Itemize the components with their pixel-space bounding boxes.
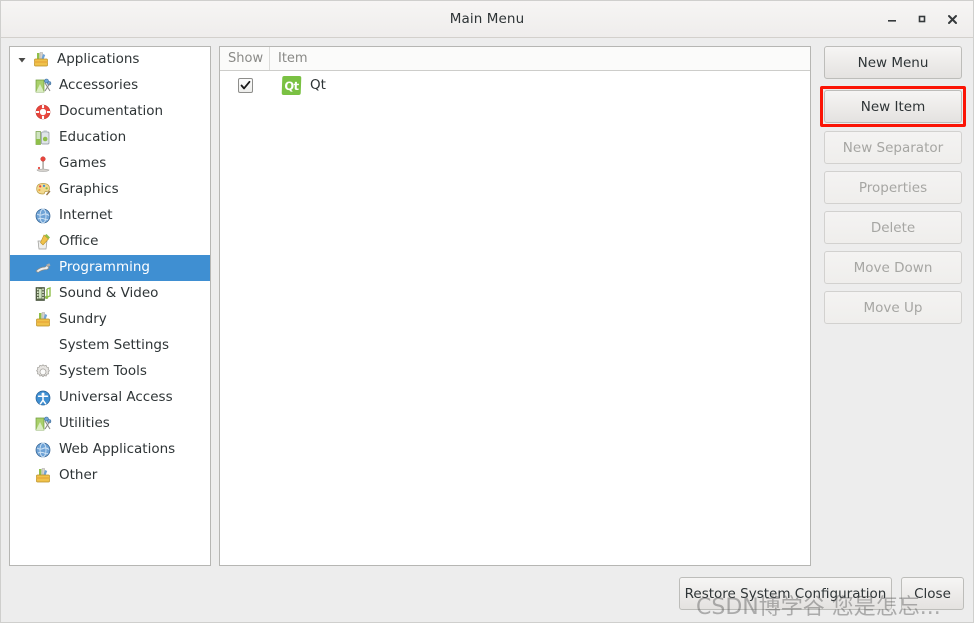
action-button-panel: New Menu New Item New Separator Properti… xyxy=(811,46,966,574)
move-up-button[interactable]: Move Up xyxy=(824,291,962,324)
menu-items-list[interactable]: Show Item Qt Qt xyxy=(219,46,811,566)
properties-button[interactable]: Properties xyxy=(824,171,962,204)
globe-icon xyxy=(32,207,54,225)
tree-item-label: Sundry xyxy=(59,311,107,328)
tree-item-games[interactable]: Games xyxy=(10,151,210,177)
tree-item-label: Applications xyxy=(57,51,140,68)
window-title: Main Menu xyxy=(449,11,525,27)
tree-item-label: Web Applications xyxy=(59,441,176,458)
tree-item-utilities[interactable]: Utilities xyxy=(10,411,210,437)
title-bar: Main Menu xyxy=(1,1,973,38)
tree-item-system-settings[interactable]: System Settings xyxy=(10,333,210,359)
list-header: Show Item xyxy=(220,47,810,71)
tree-item-label: Games xyxy=(59,155,107,172)
close-button[interactable]: Close xyxy=(901,577,964,610)
window-content: Applications Accessories Documentation E… xyxy=(1,38,973,574)
education-icon xyxy=(32,129,54,147)
tree-item-label: Other xyxy=(59,467,98,484)
tree-item-label: System Tools xyxy=(59,363,147,380)
footer-bar: Restore System Configuration Close xyxy=(1,574,973,622)
show-checkbox[interactable] xyxy=(237,77,253,93)
tree-item-sound-video[interactable]: Sound & Video xyxy=(10,281,210,307)
gear-icon xyxy=(32,363,54,381)
tree-item-label: Programming xyxy=(59,259,150,276)
tree-item-label: Accessories xyxy=(59,77,139,94)
column-header-show[interactable]: Show xyxy=(220,47,270,70)
move-down-button[interactable]: Move Down xyxy=(824,251,962,284)
toolbox-icon xyxy=(32,311,54,329)
tree-item-label: Utilities xyxy=(59,415,110,432)
globe-icon xyxy=(32,441,54,459)
tree-item-label: System Settings xyxy=(59,337,170,354)
item-label: Qt xyxy=(310,77,326,93)
joystick-icon xyxy=(32,155,54,173)
film-icon xyxy=(32,285,54,303)
delete-button[interactable]: Delete xyxy=(824,211,962,244)
new-separator-button[interactable]: New Separator xyxy=(824,131,962,164)
tree-item-system-tools[interactable]: System Tools xyxy=(10,359,210,385)
tree-item-label: Education xyxy=(59,129,127,146)
accessories-icon xyxy=(32,77,54,95)
toolbox-icon xyxy=(30,51,52,69)
restore-system-configuration-button[interactable]: Restore System Configuration xyxy=(679,577,892,610)
tree-item-label: Internet xyxy=(59,207,113,224)
tree-item-graphics[interactable]: Graphics xyxy=(10,177,210,203)
tree-item-universal-access[interactable]: Universal Access xyxy=(10,385,210,411)
main-menu-window: Main Menu Applications Accessories Docum… xyxy=(0,0,974,623)
minimize-icon[interactable] xyxy=(877,6,907,32)
programming-icon xyxy=(32,259,54,277)
office-icon xyxy=(32,233,54,251)
category-tree[interactable]: Applications Accessories Documentation E… xyxy=(9,46,211,566)
tree-item-education[interactable]: Education xyxy=(10,125,210,151)
chevron-down-icon[interactable] xyxy=(14,55,30,65)
accessibility-icon xyxy=(32,389,54,407)
accessories-icon xyxy=(32,415,54,433)
tree-item-office[interactable]: Office xyxy=(10,229,210,255)
new-item-highlight-box: New Item xyxy=(820,86,966,127)
column-header-item[interactable]: Item xyxy=(270,47,810,70)
tree-item-sundry[interactable]: Sundry xyxy=(10,307,210,333)
new-item-button[interactable]: New Item xyxy=(824,90,962,123)
toolbox-icon xyxy=(32,467,54,485)
tree-item-label: Documentation xyxy=(59,103,164,120)
close-icon[interactable] xyxy=(937,6,967,32)
tree-item-programming[interactable]: Programming xyxy=(10,255,210,281)
tree-item-accessories[interactable]: Accessories xyxy=(10,73,210,99)
palette-icon xyxy=(32,181,54,199)
no-icon-placeholder xyxy=(32,337,54,355)
tree-item-other[interactable]: Other xyxy=(10,463,210,489)
cell-show xyxy=(220,77,270,93)
tree-item-label: Office xyxy=(59,233,99,250)
new-menu-button[interactable]: New Menu xyxy=(824,46,962,79)
tree-item-documentation[interactable]: Documentation xyxy=(10,99,210,125)
window-controls xyxy=(877,6,973,32)
tree-item-label: Universal Access xyxy=(59,389,173,406)
tree-item-web-applications[interactable]: Web Applications xyxy=(10,437,210,463)
tree-item-applications[interactable]: Applications xyxy=(10,47,210,73)
tree-item-label: Graphics xyxy=(59,181,119,198)
qt-icon: Qt xyxy=(281,75,302,95)
tree-item-label: Sound & Video xyxy=(59,285,159,302)
tree-item-internet[interactable]: Internet xyxy=(10,203,210,229)
lifering-icon xyxy=(32,103,54,121)
cell-item: Qt Qt xyxy=(270,75,810,95)
table-row[interactable]: Qt Qt xyxy=(220,71,810,99)
maximize-icon[interactable] xyxy=(907,6,937,32)
